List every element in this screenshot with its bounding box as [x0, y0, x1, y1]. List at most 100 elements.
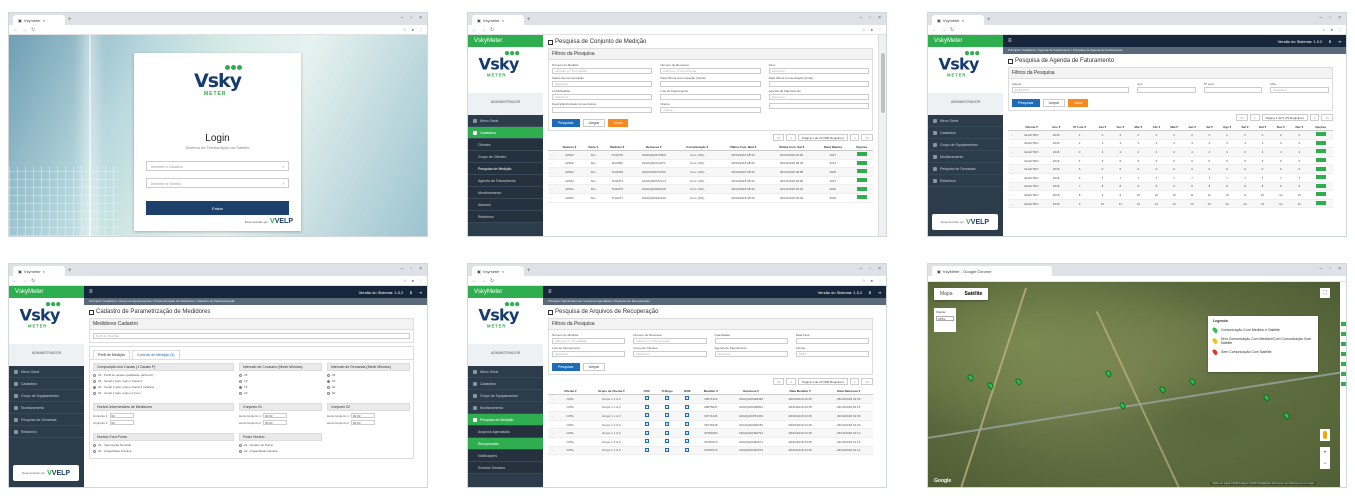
filter-input[interactable]: Selecione: [1270, 87, 1329, 93]
close-window-icon[interactable]: ×: [419, 15, 422, 21]
filter-input[interactable]: Informe o nº da remessa: [660, 68, 761, 74]
status-checkbox[interactable]: [644, 413, 649, 418]
table-row[interactable]: ... ELEKTRO 2018 9 10 11 12 12 12 12 13 12 12 13 12 12: [1008, 199, 1333, 209]
reload-icon[interactable]: ↻: [490, 278, 494, 284]
sidebar-item-monitoramento[interactable]: Monitoramento: [468, 402, 543, 414]
status-checkbox[interactable]: [685, 396, 690, 401]
sidebar-item-menu[interactable]: Menu Geral: [468, 366, 543, 378]
client-select[interactable]: CPFL: [936, 316, 954, 321]
status-checkbox[interactable]: [665, 396, 670, 401]
sidebar-item-demanda[interactable]: Pesquisa de Demanda: [928, 163, 1003, 175]
sidebar-item-agenda[interactable]: Agenda de Faturamento: [468, 175, 543, 187]
table-row[interactable]: ... 22602 Sim 7102077 0102Q200194146 Com. (OK…: [548, 193, 873, 203]
download-icon[interactable]: ⬇: [868, 290, 871, 295]
tab-controle[interactable]: Controle de Medição (5): [132, 350, 180, 359]
filter-input[interactable]: ELEKTRO: [1012, 87, 1130, 93]
back-icon[interactable]: ←: [932, 27, 937, 33]
table-row[interactable]: ... CPFL Grupo 1 1 & 3 29874416 0102Q2004984…: [548, 394, 873, 404]
url-input[interactable]: [498, 27, 858, 33]
sidebar-item-monitoramento[interactable]: Monitoramento: [468, 187, 543, 199]
profile-icon[interactable]: ●: [412, 27, 414, 32]
map-marker[interactable]: [1188, 377, 1197, 386]
scrollbar[interactable]: [878, 35, 886, 236]
edit-button[interactable]: [1315, 149, 1326, 154]
sidebar-item-menu[interactable]: Menu Geral: [468, 115, 543, 127]
filter-input[interactable]: [660, 81, 761, 87]
last-page-button[interactable]: >>: [861, 378, 873, 385]
sidebar-item-relatorios[interactable]: Relatórios: [468, 211, 543, 223]
status-checkbox[interactable]: [665, 404, 670, 409]
fullscreen-icon[interactable]: ⛶: [1320, 288, 1330, 298]
new-tab-icon[interactable]: +: [527, 15, 531, 25]
password-input[interactable]: Informe a Senha ▪: [146, 178, 289, 188]
map-marker[interactable]: [1282, 411, 1291, 420]
edit-button[interactable]: [1315, 158, 1326, 163]
filter-input[interactable]: [768, 103, 869, 109]
map-marker[interactable]: [1104, 369, 1113, 378]
table-row[interactable]: ... ELEKTRO 2018 5 6 6 6 6 6 6 6 6 6 6 6 6: [1008, 164, 1333, 174]
sidebar-item-cadastros[interactable]: Cadastros: [468, 378, 543, 390]
next-page-button[interactable]: >: [1309, 114, 1320, 121]
close-icon[interactable]: ×: [962, 18, 964, 23]
status-checkbox[interactable]: [644, 447, 649, 452]
prev-page-button[interactable]: <: [786, 378, 797, 385]
sidebar-item-recuperacao[interactable]: Recuperação: [468, 438, 543, 450]
sidebar-item-cadastros[interactable]: Cadastros: [928, 127, 1003, 139]
status-checkbox[interactable]: [685, 413, 690, 418]
back-icon[interactable]: ←: [13, 27, 18, 33]
status-checkbox[interactable]: [665, 447, 670, 452]
table-row[interactable]: ... ELEKTRO 2018 8 9 9 10 10 10 11 11 10 9 10 10 10: [1008, 190, 1333, 200]
filter-input[interactable]: Informe o nº do medidor: [552, 338, 626, 344]
sidebar-item-monitoramento[interactable]: Monitoramento: [9, 402, 84, 414]
filter-input[interactable]: [768, 81, 869, 87]
reload-icon[interactable]: ↻: [31, 278, 35, 284]
sidebar-item-agendados[interactable]: Arquivos Agendados: [468, 426, 543, 438]
filter-input[interactable]: CPFL: [795, 351, 869, 357]
forward-icon[interactable]: →: [941, 27, 946, 33]
maximize-icon[interactable]: ▫: [410, 15, 412, 21]
table-row[interactable]: ... 22602 Sim 1102952 0102Q200114271 Com. (OK…: [548, 159, 873, 169]
edit-button[interactable]: [856, 169, 867, 174]
next-page-button[interactable]: >: [849, 134, 860, 141]
table-row[interactable]: ... 22602 Sim 7102063 0102V000071150 Com. (OK…: [548, 167, 873, 177]
status-checkbox[interactable]: [685, 439, 690, 444]
forward-icon[interactable]: →: [481, 27, 486, 33]
filter-input[interactable]: Selecione: [552, 94, 653, 100]
filter-input[interactable]: Selecione: [633, 351, 707, 357]
sidebar-item-menu[interactable]: Menu Geral: [9, 366, 84, 378]
sidebar-item-eventos[interactable]: Eventos Gerados: [468, 462, 543, 474]
hamburger-icon[interactable]: ≡: [548, 289, 552, 295]
sidebar-item-pesquisa-medicao[interactable]: Pesquisa de Medição: [468, 163, 543, 175]
edit-button[interactable]: [856, 186, 867, 191]
status-checkbox[interactable]: [644, 439, 649, 444]
filter-input[interactable]: Informe o nº da remessa: [633, 338, 707, 344]
back-icon[interactable]: ←: [13, 278, 18, 284]
sidebar-item-monitoramento[interactable]: Monitoramento: [928, 151, 1003, 163]
profile-input[interactable]: Perfil de Medição: [93, 333, 410, 339]
edit-button[interactable]: [856, 160, 867, 165]
status-checkbox[interactable]: [665, 413, 670, 418]
edit-button[interactable]: [1315, 192, 1326, 197]
url-input[interactable]: [39, 278, 399, 284]
status-checkbox[interactable]: [685, 430, 690, 435]
satellite-map[interactable]: Mapa Satélite Cliente: CPFL Legenda: Comu…: [928, 282, 1340, 487]
sidebar-item-grupo-equip[interactable]: Grupo de Equipamentos: [468, 390, 543, 402]
sidebar-item-pesquisa-medicao[interactable]: Pesquisa de Medição: [468, 414, 543, 426]
filter-input[interactable]: Selecione: [768, 68, 869, 74]
status-checkbox[interactable]: [644, 430, 649, 435]
table-row[interactable]: ... ELEKTRO 2018 6 7 7 7 7 7 7 7 7 7 7 7 7: [1008, 173, 1333, 183]
status-checkbox[interactable]: [665, 422, 670, 427]
logout-icon[interactable]: ⇥: [1338, 39, 1341, 44]
close-icon[interactable]: ×: [43, 18, 45, 23]
next-page-button[interactable]: >: [849, 378, 860, 385]
forward-icon[interactable]: →: [22, 278, 27, 284]
url-input[interactable]: [498, 278, 858, 284]
close-icon[interactable]: ×: [43, 269, 45, 274]
forward-icon[interactable]: →: [22, 27, 27, 33]
filter-input[interactable]: Informe o nº do medidor: [552, 68, 653, 74]
new-button[interactable]: Novo: [608, 119, 629, 127]
edit-button[interactable]: [856, 152, 867, 157]
sidebar-item-relatorios[interactable]: Relatórios: [928, 175, 1003, 187]
status-checkbox[interactable]: [665, 430, 670, 435]
table-row[interactable]: ... ELEKTRO 2018 4 5 5 5 5 5 5 5 5 5 5 5 5: [1008, 156, 1333, 166]
